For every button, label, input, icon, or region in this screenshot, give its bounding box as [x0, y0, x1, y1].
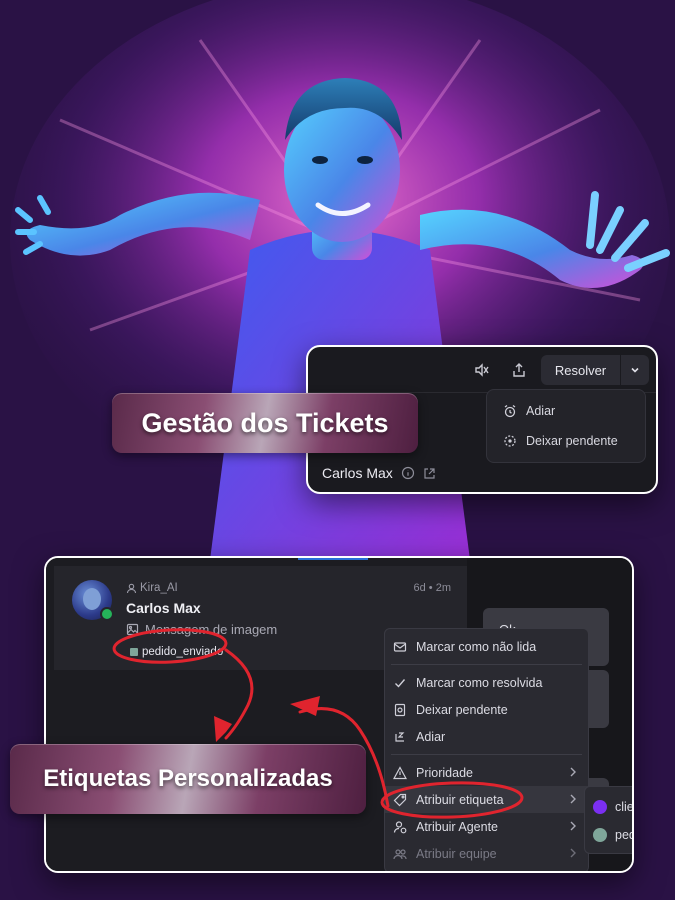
conversation-contact-name: Carlos Max: [126, 600, 201, 616]
tag-option-label: ped: [615, 828, 634, 842]
external-link-icon[interactable]: [423, 467, 436, 480]
mute-icon[interactable]: [470, 358, 494, 382]
menu-divider: [391, 754, 582, 755]
menu-item-mark-unread[interactable]: Marcar como não lida: [385, 633, 588, 660]
menu-item-label: Atribuir etiqueta: [416, 792, 504, 807]
tag-option[interactable]: ped: [585, 821, 634, 849]
mail-icon: [393, 641, 407, 652]
tags-label: Etiquetas Personalizadas: [10, 744, 366, 814]
menu-item-label: Deixar pendente: [526, 434, 618, 448]
contact-header: Carlos Max: [322, 465, 436, 481]
chevron-down-icon[interactable]: [621, 355, 649, 385]
menu-item-snooze[interactable]: Adiar: [385, 723, 588, 750]
last-message-text: Mensagem de imagem: [145, 622, 278, 637]
conversation-panel: Kira_AI 6d • 2m Carlos Max Mensagem de i…: [44, 556, 634, 873]
menu-item-label: Atribuir equipe: [416, 846, 497, 861]
menu-item-label: Adiar: [416, 729, 446, 744]
tag-submenu: clie ped: [584, 786, 634, 854]
tag-color-swatch: [130, 648, 138, 656]
team-icon: [393, 848, 407, 859]
tag-label: pedido_enviado: [142, 646, 224, 658]
menu-item-assign-team[interactable]: Atribuir equipe: [385, 840, 588, 867]
alarm-icon: [504, 404, 516, 418]
tickets-label: Gestão dos Tickets: [112, 393, 418, 453]
tag-icon: [393, 793, 407, 806]
chevron-right-icon: [570, 821, 576, 831]
menu-item-assign-tag[interactable]: Atribuir etiqueta: [385, 786, 588, 813]
menu-item-label: Deixar pendente: [416, 702, 508, 717]
menu-item-assign-agent[interactable]: Atribuir Agente: [385, 813, 588, 840]
resolve-button[interactable]: Resolver: [541, 355, 621, 385]
info-icon[interactable]: [401, 466, 415, 480]
chevron-right-icon: [570, 848, 576, 858]
assigned-agent: Kira_AI: [126, 582, 178, 594]
conversation-context-menu: Marcar como não lida Marcar como resolvi…: [384, 628, 589, 871]
pending-circle-icon: [504, 435, 516, 447]
agent-name: Kira_AI: [140, 582, 178, 594]
chevron-right-icon: [570, 794, 576, 804]
user-assign-icon: [393, 820, 407, 833]
conversation-toolbar: Resolver: [308, 347, 656, 393]
pending-icon: [394, 703, 406, 716]
image-icon: [126, 623, 139, 636]
snooze-icon: [395, 731, 405, 742]
resolve-dropdown: Adiar Deixar pendente: [486, 389, 646, 463]
conversation-time: 6d • 2m: [413, 582, 451, 594]
check-icon: [395, 678, 406, 688]
menu-item-label: Adiar: [526, 404, 556, 418]
menu-item-label: Atribuir Agente: [416, 819, 498, 834]
menu-item-snooze[interactable]: Adiar: [487, 396, 645, 426]
menu-item-label: Marcar como resolvida: [416, 675, 543, 690]
tag-color-dot: [593, 828, 607, 842]
chevron-right-icon: [570, 767, 576, 777]
stage: Resolver Adiar Deixar pendente Carlos Ma…: [0, 0, 675, 900]
user-icon: [126, 583, 137, 593]
share-icon[interactable]: [507, 358, 531, 382]
tag-color-dot: [593, 800, 607, 814]
tag-option-label: clie: [615, 800, 634, 814]
conversation-tag[interactable]: pedido_enviado: [130, 646, 223, 658]
menu-divider: [391, 664, 582, 665]
contact-name: Carlos Max: [322, 465, 393, 481]
menu-item-mark-resolved[interactable]: Marcar como resolvida: [385, 669, 588, 696]
resolve-button-group: Resolver: [541, 355, 649, 385]
menu-item-priority[interactable]: Prioridade: [385, 759, 588, 786]
whatsapp-badge-icon: [100, 607, 114, 621]
menu-item-label: Marcar como não lida: [416, 639, 537, 654]
tab-indicator: [298, 558, 368, 560]
menu-item-pending[interactable]: Deixar pendente: [385, 696, 588, 723]
menu-item-label: Prioridade: [416, 765, 473, 780]
warning-icon: [393, 765, 407, 779]
menu-item-pending[interactable]: Deixar pendente: [487, 426, 645, 456]
last-message: Mensagem de imagem: [126, 622, 277, 637]
tag-option[interactable]: clie: [585, 793, 634, 821]
